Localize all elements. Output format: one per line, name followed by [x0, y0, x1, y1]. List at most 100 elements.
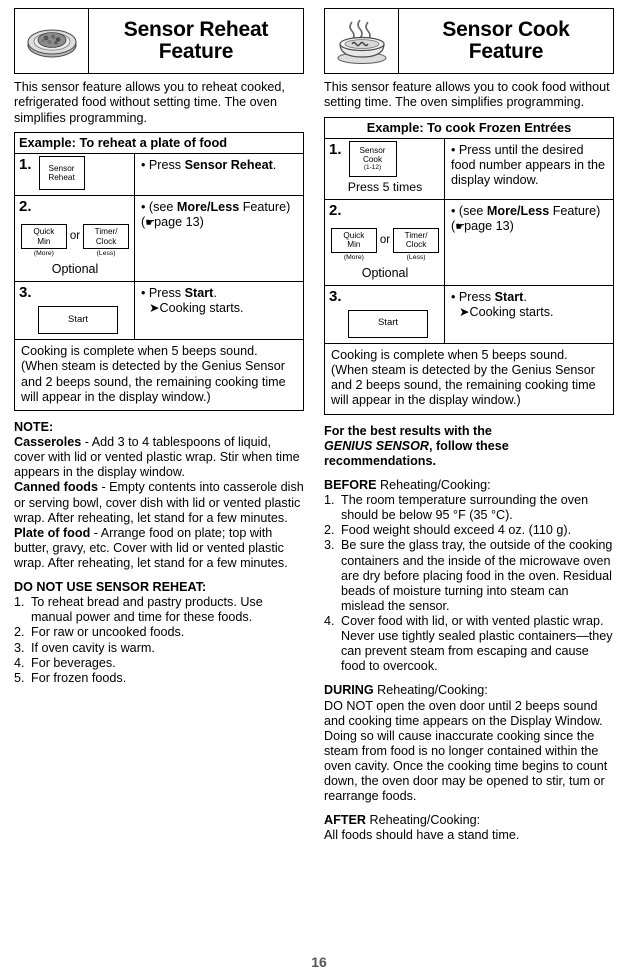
before-heading: BEFORE Reheating/Cooking:	[324, 478, 614, 493]
during-heading: DURING Reheating/Cooking:	[324, 683, 614, 698]
page-reference: (☛page 13)	[451, 218, 514, 233]
title-line-1: Sensor Cook	[442, 17, 570, 41]
list-item-number: 5.	[14, 670, 25, 685]
list-item-text: If oven cavity is warm.	[31, 640, 155, 655]
best-results-heading: For the best results with the GENIUS SENS…	[324, 424, 614, 469]
before-label-rest: Reheating/Cooking:	[376, 477, 491, 492]
best-results-block: For the best results with the GENIUS SENS…	[324, 424, 614, 469]
button-label-line1: Start	[67, 313, 89, 325]
bowl-of-soup-icon	[325, 9, 399, 73]
button-label-line2: Reheat	[48, 173, 75, 183]
more-sublabel: (More)	[33, 250, 54, 258]
do-not-use-list: 1. To reheat bread and pastry products. U…	[14, 595, 304, 686]
list-item: 4. For beverages.	[14, 656, 304, 671]
manual-page: Sensor Reheat Feature This sensor featur…	[0, 0, 638, 970]
list-item-text: For frozen foods.	[31, 670, 127, 685]
step-3-controls: 3. Start	[325, 285, 445, 343]
start-button[interactable]: Start	[38, 306, 118, 335]
step-number: 1.	[329, 140, 342, 158]
timer-clock-button[interactable]: Timer/ Clock	[83, 224, 130, 250]
table-row: 2. Quick Min (More) or Timer/ Clock (Les…	[15, 196, 303, 283]
step-2-instruction: • (see More/Less Feature) (☛page 13)	[445, 200, 613, 285]
after-block: AFTER Reheating/Cooking: All foods shoul…	[324, 813, 614, 843]
step-1-instruction: • Press until the desired food number ap…	[451, 142, 606, 187]
instruction-pre: • (see	[141, 200, 177, 215]
sensor-reheat-header: Sensor Reheat Feature	[14, 8, 304, 74]
left-column: Sensor Reheat Feature This sensor featur…	[14, 8, 304, 844]
sensor-cook-button[interactable]: Sensor Cook (1-12)	[348, 140, 397, 177]
list-item-text: To reheat bread and pastry products. Use…	[31, 595, 263, 625]
table-row: 2. Quick Min (More) or Timer/ Clock (Les…	[325, 199, 613, 286]
timer-clock-button[interactable]: Timer/ Clock	[393, 227, 440, 253]
during-label-rest: Reheating/Cooking:	[373, 683, 488, 698]
step-number: 3.	[329, 287, 342, 305]
reheat-example-title: Example: To reheat a plate of food	[15, 133, 303, 155]
step-3-controls: 3. Start	[15, 282, 135, 340]
before-block: BEFORE Reheating/Cooking: 1. The room tem…	[324, 478, 614, 674]
instruction-bold: Start	[184, 286, 214, 301]
step-1-controls: 1. Sensor Reheat	[15, 154, 135, 196]
table-row: 1. Sensor Cook (1-12) Press 5 times • Pr…	[325, 138, 613, 200]
sensor-reheat-button[interactable]: Sensor Reheat	[38, 156, 85, 191]
do-not-use-heading: DO NOT USE SENSOR REHEAT:	[14, 580, 207, 595]
start-button[interactable]: Start	[348, 309, 428, 338]
list-item: 2. Food weight should exceed 4 oz. (110 g…	[324, 523, 614, 538]
button-label-line1: Start	[377, 317, 399, 329]
note-item: Canned foods - Empty contents into casse…	[14, 480, 304, 525]
button-label-line2: Cook	[362, 155, 383, 165]
list-item-text: For beverages.	[31, 655, 116, 670]
button-label-line2: Min	[347, 240, 361, 250]
page-reference-label: page 13	[154, 215, 200, 230]
step-2-controls: 2. Quick Min (More) or Timer/ Clock (Les…	[325, 199, 445, 285]
list-item-text: Food weight should exceed 4 oz. (110 g).	[341, 523, 572, 538]
note-item-term: Canned foods	[14, 480, 98, 495]
list-item: 1. The room temperature surrounding the o…	[324, 493, 614, 523]
step-3-instruction: • Press Start. ➤Cooking starts.	[445, 286, 613, 343]
list-item-number: 1.	[324, 493, 335, 508]
button-label-line1: Timer/	[404, 231, 428, 241]
list-item-number: 3.	[14, 640, 25, 655]
instruction-pre: • Press	[141, 286, 185, 301]
optional-label: Optional	[51, 262, 99, 277]
button-label-line1: Sensor	[359, 145, 386, 155]
plate-of-food-icon	[15, 9, 89, 73]
reheat-completion-note: Cooking is complete when 5 beeps sound. …	[21, 344, 286, 404]
page-reference-label: page 13	[464, 218, 510, 233]
instruction-pre: • (see	[451, 203, 487, 218]
quick-min-button[interactable]: Quick Min	[20, 224, 67, 250]
instruction-bold: More/Less	[176, 200, 240, 215]
reheat-note-block: NOTE: Casseroles - Add 3 to 4 tablespoon…	[14, 420, 304, 571]
page-number: 16	[311, 954, 327, 970]
button-label-line2: Clock	[405, 240, 427, 250]
list-item-number: 2.	[324, 523, 335, 538]
title-line-2: Feature	[468, 40, 544, 63]
sensor-cook-title: Sensor Cook Feature	[399, 17, 613, 63]
button-label-line3: (1-12)	[363, 164, 382, 172]
sensor-cook-header: Sensor Cook Feature	[324, 8, 614, 74]
optional-label: Optional	[361, 265, 409, 280]
after-heading: AFTER Reheating/Cooking:	[324, 813, 614, 828]
cook-example-table: Example: To cook Frozen Entrées 1. Senso…	[324, 116, 614, 415]
list-item-number: 3.	[324, 538, 335, 553]
press-times-label: Press 5 times	[347, 179, 423, 194]
before-label: BEFORE	[324, 477, 377, 492]
two-column-layout: Sensor Reheat Feature This sensor featur…	[0, 0, 638, 844]
list-item-text: Be sure the glass tray, the outside of t…	[341, 538, 613, 613]
button-label-line2: Clock	[95, 236, 117, 246]
during-text: DO NOT open the oven door until 2 beeps …	[324, 698, 608, 804]
before-list: 1. The room temperature surrounding the o…	[324, 493, 614, 674]
step-3-instruction: • Press Start. ➤Cooking starts.	[135, 282, 303, 339]
step-2-controls: 2. Quick Min (More) or Timer/ Clock (Les…	[15, 196, 135, 282]
instruction-post: .	[213, 286, 217, 301]
note-item: Plate of food - Arrange food on plate; t…	[14, 526, 304, 571]
quick-min-button[interactable]: Quick Min	[330, 227, 377, 253]
after-text: All foods should have a stand time.	[324, 828, 520, 843]
during-block: DURING Reheating/Cooking: DO NOT open th…	[324, 683, 614, 804]
note-item: Casseroles - Add 3 to 4 tablespoons of l…	[14, 435, 304, 480]
list-item: 3. If oven cavity is warm.	[14, 641, 304, 656]
after-label: AFTER	[324, 813, 366, 828]
step-number: 3.	[19, 284, 32, 302]
step-number: 2.	[329, 201, 342, 219]
right-column: Sensor Cook Feature This sensor feature …	[324, 8, 614, 844]
list-item-number: 4.	[324, 613, 335, 628]
